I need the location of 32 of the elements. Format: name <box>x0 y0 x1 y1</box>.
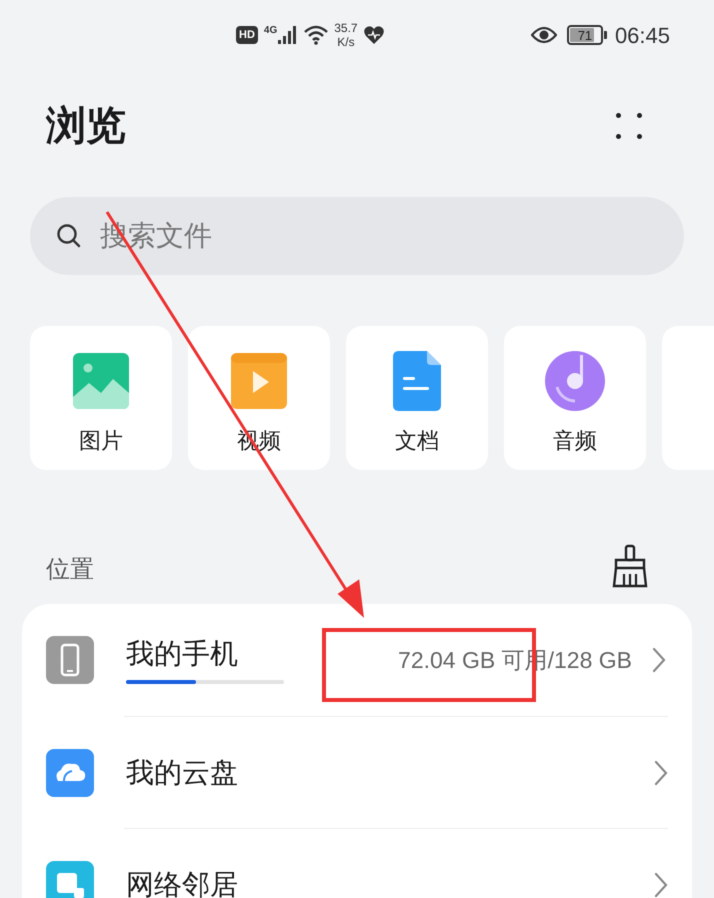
disc-icon <box>545 351 605 411</box>
signal-icon <box>278 26 298 44</box>
speed-value: 35.7 <box>334 21 358 35</box>
battery-percent: 71 <box>576 27 594 43</box>
clock-time: 06:45 <box>614 22 670 50</box>
eye-icon <box>530 26 557 44</box>
section-title: 位置 <box>46 555 94 585</box>
category-card[interactable]: 文档 <box>346 326 488 470</box>
location-row[interactable]: 网络邻居 <box>124 828 668 898</box>
network-label: 4G <box>264 24 278 38</box>
play-icon <box>231 353 287 409</box>
location-name: 网络邻居 <box>126 868 238 898</box>
location-row[interactable]: 我的云盘 <box>124 716 668 828</box>
hd-badge: HD <box>236 26 258 44</box>
category-card[interactable]: 图片 <box>30 326 172 470</box>
broom-icon[interactable] <box>612 544 648 588</box>
more-button[interactable] <box>614 111 644 141</box>
cloud-icon <box>46 748 94 796</box>
heart-icon <box>364 26 384 44</box>
page-title: 浏览 <box>46 103 126 150</box>
phone-icon <box>46 636 94 684</box>
search-icon <box>56 223 82 249</box>
chevron-right-icon <box>654 760 668 786</box>
chevron-right-icon <box>652 647 666 673</box>
document-icon <box>393 351 441 411</box>
category-card[interactable]: 音频 <box>504 326 646 470</box>
chevron-right-icon <box>654 872 668 898</box>
speed-unit: K/s <box>337 35 355 49</box>
location-name: 我的手机 <box>126 637 239 671</box>
wifi-icon <box>304 25 330 45</box>
location-name: 我的云盘 <box>126 756 238 790</box>
image-icon <box>73 353 129 409</box>
